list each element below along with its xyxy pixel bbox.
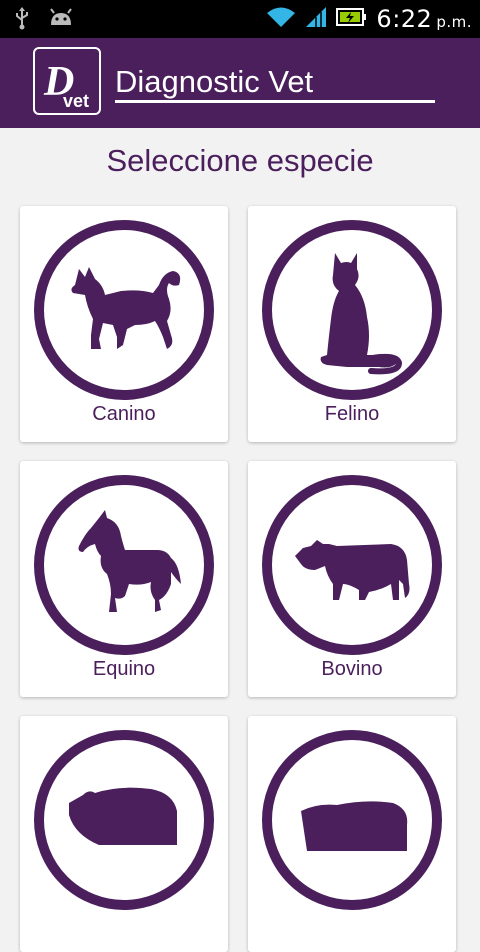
status-bar-right: 6:22 p.m. — [266, 0, 472, 38]
clock-time: 6:22 — [376, 5, 433, 33]
species-card-6[interactable] — [248, 716, 456, 952]
signal-icon — [304, 5, 328, 34]
page-title: Seleccione especie — [106, 143, 374, 178]
status-bar: 6:22 p.m. — [0, 0, 480, 38]
sheep-icon — [301, 801, 408, 851]
cat-icon — [320, 253, 403, 375]
dog-icon — [71, 267, 181, 349]
species-card-equino[interactable]: Equino — [20, 461, 228, 697]
clock-ampm: p.m. — [436, 13, 472, 31]
species-circle — [262, 475, 442, 655]
app-bar: D vet Diagnostic Vet — [0, 38, 480, 128]
species-circle — [34, 475, 214, 655]
clock: 6:22 p.m. — [376, 5, 472, 33]
species-label: Equino — [92, 658, 156, 680]
species-card-5[interactable] — [20, 716, 228, 952]
app-title: Diagnostic Vet — [115, 64, 314, 99]
app-logo-graphic: D vet — [43, 59, 89, 111]
pig-icon — [69, 787, 177, 845]
species-label: Bovino — [321, 658, 383, 680]
status-bar-left — [14, 6, 74, 35]
title-underline — [115, 100, 435, 103]
wifi-icon — [266, 5, 296, 34]
android-icon — [48, 7, 74, 34]
species-card-canino[interactable]: Canino — [20, 206, 228, 442]
logo-subtext: vet — [63, 91, 89, 111]
usb-icon — [14, 6, 30, 35]
cow-icon — [295, 540, 410, 600]
species-label: Canino — [92, 403, 156, 425]
species-circle — [34, 220, 214, 400]
battery-charging-icon — [336, 7, 368, 32]
app-logo[interactable]: D vet — [33, 47, 101, 115]
species-card-felino[interactable]: Felino — [248, 206, 456, 442]
horse-icon — [78, 510, 181, 612]
species-card-bovino[interactable]: Bovino — [248, 461, 456, 697]
species-circle — [262, 730, 442, 910]
species-circle — [262, 220, 442, 400]
species-label: Felino — [324, 403, 380, 425]
species-circle — [34, 730, 214, 910]
